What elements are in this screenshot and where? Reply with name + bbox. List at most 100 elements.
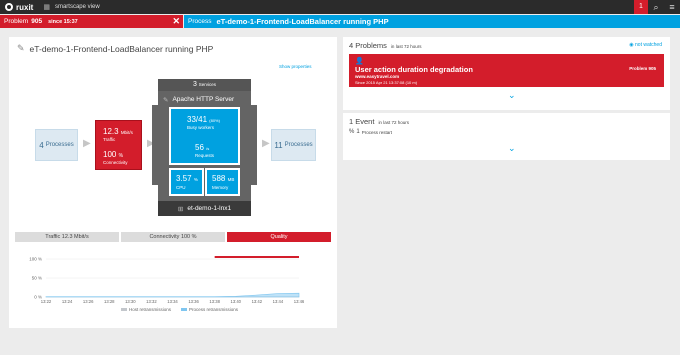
event-item-count: 1	[356, 129, 360, 135]
events-count: 1 Event	[349, 117, 375, 126]
memory-label: Memory	[212, 185, 229, 190]
service-metrics[interactable]: 33/41 (80%) Busy workers 56 /s Requests	[169, 107, 240, 165]
logo-icon	[5, 3, 13, 11]
traffic-box[interactable]: 12.3 Mbit/s Traffic 100 % Connectivity	[95, 120, 142, 170]
quality-chart: 100 %50 %0 %13:22 13:24 13:26 13:28 13:30 13:…	[29, 256, 305, 312]
traffic-value: 12.3	[103, 127, 119, 136]
callees-count: 11	[274, 140, 283, 150]
x-tick-label: 13:38	[209, 299, 220, 304]
process-breadcrumb[interactable]: Process eT-demo-1-Frontend-LoadBalancer …	[184, 15, 680, 28]
problems-count: 4 Problems	[349, 41, 387, 50]
connectivity-value: 100	[103, 150, 117, 159]
service-frame[interactable]: 3 Services ✎ Apache HTTP Server 33/41 (8…	[158, 79, 251, 216]
problems-panel: 4 Problems in last 72 hours ◉ not watched…	[343, 37, 670, 110]
chevron-down-icon[interactable]: ⌄	[508, 90, 516, 101]
search-icon[interactable]: ⌕	[648, 0, 664, 14]
cpu-unit: %	[193, 177, 198, 182]
process-title: eT-demo-1-Frontend-LoadBalancer running …	[29, 43, 214, 54]
process-icon: ✎	[17, 43, 25, 53]
x-tick-label: 13:40	[231, 299, 242, 304]
chevron-down-icon[interactable]: ⌄	[508, 143, 516, 154]
problem-breadcrumb[interactable]: Problem 905 since 15:37 ✕	[0, 15, 183, 28]
problem-span-bar	[214, 256, 299, 258]
problem-card-number: Problem 905	[629, 66, 656, 71]
requests-label: Requests	[195, 153, 215, 158]
problem-number: 905	[31, 18, 43, 25]
busy-workers-label: Busy workers	[187, 125, 215, 130]
event-item[interactable]: % 1 Process restart	[349, 129, 392, 135]
busy-workers-value: 33/41	[187, 115, 208, 124]
restart-icon: %	[349, 129, 355, 135]
y-tick-label: 100 %	[29, 257, 42, 262]
events-panel: 1 Event in last 72 hours % 1 Process rest…	[343, 113, 670, 160]
problems-subtitle: in last 72 hours	[390, 44, 422, 49]
ruxit-logo[interactable]: ruxit	[0, 0, 33, 14]
host-box[interactable]: ⊞ et-demo-1-lnx1	[158, 201, 251, 216]
event-item-label: Process restart	[361, 129, 392, 135]
user-icon: 👤	[355, 58, 364, 65]
memory-unit: MB	[227, 177, 235, 182]
services-header[interactable]: 3 Services	[158, 79, 251, 91]
x-tick-label: 13:32	[146, 299, 157, 304]
x-tick-label: 13:34	[167, 299, 178, 304]
x-tick-label: 13:36	[188, 299, 199, 304]
right-grip	[251, 105, 257, 185]
cpu-label: CPU	[176, 185, 186, 190]
legend-swatch-process	[181, 308, 187, 311]
metric-tabs: Traffic 12.3 Mbit/s Connectivity 100 % Q…	[15, 232, 331, 242]
problem-card[interactable]: 👤 User action duration degradation www.e…	[349, 54, 664, 87]
requests-value: 56	[195, 143, 204, 152]
x-tick-label: 13:22	[41, 299, 52, 304]
problem-card-since: Since 2015 Apr 21 13:37:08 (10 m)	[355, 80, 418, 85]
cpu-value: 3.57	[176, 174, 192, 183]
tab-connectivity[interactable]: Connectivity 100 %	[121, 232, 225, 242]
logo-text: ruxit	[16, 2, 34, 12]
problem-label: Problem	[4, 18, 29, 25]
traffic-label: Traffic	[103, 137, 116, 142]
service-name: Apache HTTP Server	[172, 96, 235, 103]
cpu-box[interactable]: 3.57 % CPU	[169, 168, 204, 196]
notification-badge[interactable]: 1	[634, 0, 648, 14]
x-tick-label: 13:24	[62, 299, 73, 304]
process-panel: ✎ eT-demo-1-Frontend-LoadBalancer runnin…	[9, 37, 337, 328]
x-tick-label: 13:44	[273, 299, 284, 304]
problem-card-title: User action duration degradation	[355, 65, 473, 74]
problem-card-site: www.easytravel.com	[355, 74, 400, 79]
host-name: et-demo-1-lnx1	[187, 205, 232, 212]
problems-title: 4 Problems in last 72 hours	[349, 41, 421, 50]
apache-icon: ✎	[163, 96, 169, 104]
eye-icon: ◉	[629, 42, 634, 48]
view-menu-icon[interactable]: ▦	[43, 3, 50, 11]
legend-swatch-host	[121, 308, 127, 311]
arrow-right-icon: ▶	[83, 138, 91, 149]
service-header[interactable]: ✎ Apache HTTP Server	[163, 94, 246, 105]
traffic-unit: Mbit/s	[120, 130, 133, 135]
page-title: ✎ eT-demo-1-Frontend-LoadBalancer runnin…	[17, 43, 213, 54]
tab-traffic[interactable]: Traffic 12.3 Mbit/s	[15, 232, 119, 242]
services-label: Services	[198, 82, 217, 87]
connectivity-label: Connectivity	[103, 160, 128, 165]
callers-box[interactable]: 4 Processes	[35, 129, 78, 161]
process-retransmissions-area	[45, 292, 300, 298]
show-properties-link[interactable]: Show properties	[279, 64, 312, 69]
services-count: 3	[192, 81, 197, 88]
arrow-right-icon: ▶	[262, 138, 270, 149]
view-title: smartscape view	[54, 4, 100, 10]
problem-since: since 15:37	[48, 18, 78, 25]
callees-box[interactable]: 11 Processes	[271, 129, 316, 161]
events-title: 1 Event in last 72 hours	[349, 117, 409, 126]
close-icon[interactable]: ✕	[172, 15, 180, 28]
watch-toggle[interactable]: ◉ not watched	[629, 42, 662, 48]
legend-label-host: Host retransmissions	[129, 307, 172, 312]
x-tick-label: 13:42	[252, 299, 263, 304]
x-tick-label: 13:30	[125, 299, 136, 304]
tab-quality[interactable]: Quality	[227, 232, 331, 242]
events-subtitle: in last 72 hours	[378, 120, 409, 125]
requests-unit: /s	[206, 146, 210, 151]
memory-value: 588	[212, 174, 226, 183]
callers-count: 4	[39, 140, 44, 150]
memory-box[interactable]: 588 MB Memory	[205, 168, 240, 196]
callees-label: Processes	[284, 142, 313, 148]
x-tick-label: 13:46	[294, 299, 305, 304]
hamburger-icon[interactable]: ≡	[664, 0, 680, 14]
